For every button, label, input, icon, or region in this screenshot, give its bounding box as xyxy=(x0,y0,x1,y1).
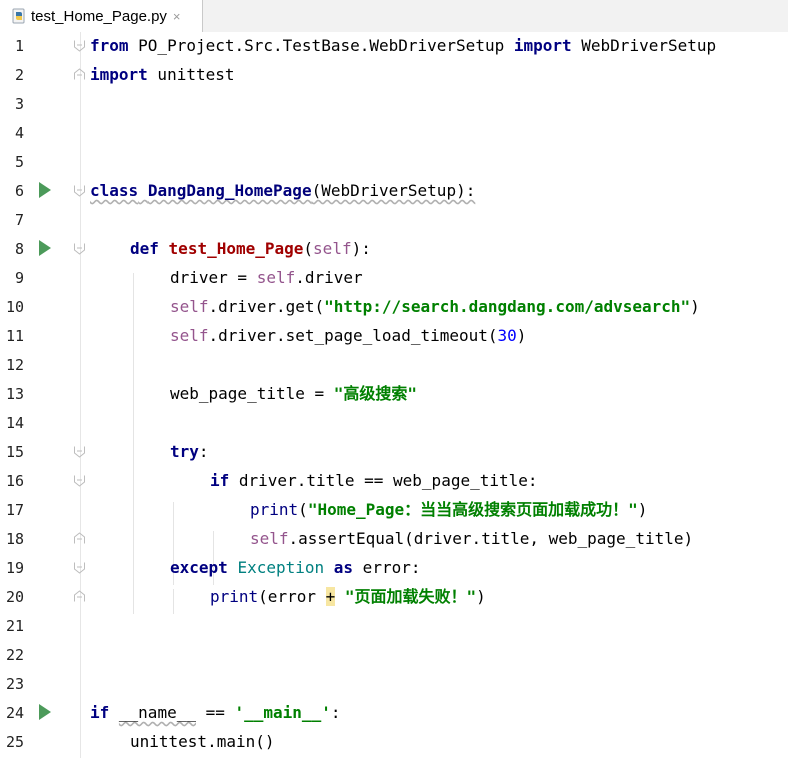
code-line: 22 xyxy=(0,641,788,670)
line-number: 17 xyxy=(5,501,24,519)
line-number: 19 xyxy=(5,559,24,577)
run-icon[interactable] xyxy=(38,182,52,198)
code-text: print("Home_Page：当当高级搜索页面加载成功！") xyxy=(250,500,648,519)
code-line: 15 try: xyxy=(0,438,788,467)
fold-open-icon[interactable] xyxy=(73,39,86,52)
code-line: 21 xyxy=(0,612,788,641)
code-text: unittest.main() xyxy=(130,732,275,751)
code-line: 14 xyxy=(0,409,788,438)
code-line: 4 xyxy=(0,119,788,148)
code-text: from PO_Project.Src.TestBase.WebDriverSe… xyxy=(90,36,717,55)
code-line: 23 xyxy=(0,670,788,699)
code-line: 6 class DangDang_HomePage(WebDriverSetup… xyxy=(0,177,788,206)
line-number: 1 xyxy=(14,37,24,55)
line-number: 25 xyxy=(5,733,24,751)
close-tab-icon[interactable]: × xyxy=(173,9,181,24)
code-line: 20 print(error + "页面加载失败！") xyxy=(0,583,788,612)
run-icon[interactable] xyxy=(38,240,52,256)
fold-end-icon[interactable] xyxy=(73,532,86,545)
code-line: 13 web_page_title = "高级搜索" xyxy=(0,380,788,409)
code-line: 12 xyxy=(0,351,788,380)
code-text: try: xyxy=(170,442,209,461)
fold-end-icon[interactable] xyxy=(73,68,86,81)
fold-open-icon[interactable] xyxy=(73,445,86,458)
line-number: 12 xyxy=(5,356,24,374)
line-number: 10 xyxy=(5,298,24,316)
code-line: 19 except Exception as error: xyxy=(0,554,788,583)
code-line: 5 xyxy=(0,148,788,177)
code-text: if __name__ == '__main__': xyxy=(90,703,341,722)
line-number: 3 xyxy=(14,95,24,113)
fold-open-icon[interactable] xyxy=(73,561,86,574)
code-line: 17 print("Home_Page：当当高级搜索页面加载成功！") xyxy=(0,496,788,525)
line-number: 4 xyxy=(14,124,24,142)
code-line: 11 self.driver.set_page_load_timeout(30) xyxy=(0,322,788,351)
line-number: 9 xyxy=(14,269,24,287)
line-number: 7 xyxy=(14,211,24,229)
line-number: 20 xyxy=(5,588,24,606)
line-number: 21 xyxy=(5,617,24,635)
line-number: 13 xyxy=(5,385,24,403)
code-line: 16 if driver.title == web_page_title: xyxy=(0,467,788,496)
code-text: except Exception as error: xyxy=(170,558,421,577)
line-number: 2 xyxy=(14,66,24,84)
warning-highlight[interactable]: + xyxy=(325,587,336,606)
code-text: print(error + "页面加载失败！") xyxy=(210,587,486,606)
line-number: 8 xyxy=(14,240,24,258)
fold-open-icon[interactable] xyxy=(73,184,86,197)
editor-tab-bar: test_Home_Page.py × xyxy=(0,0,788,33)
code-text: import unittest xyxy=(90,65,235,84)
code-line: 25 unittest.main() xyxy=(0,728,788,757)
code-line: 7 xyxy=(0,206,788,235)
line-number: 24 xyxy=(5,704,24,722)
code-text: self.driver.get("http://search.dangdang.… xyxy=(170,297,700,316)
code-text: self.assertEqual(driver.title, web_page_… xyxy=(250,529,694,548)
code-line: 1 from PO_Project.Src.TestBase.WebDriver… xyxy=(0,32,788,61)
line-number: 18 xyxy=(5,530,24,548)
file-tab[interactable]: test_Home_Page.py × xyxy=(0,0,203,32)
code-line: 8 def test_Home_Page(self): xyxy=(0,235,788,264)
line-number: 16 xyxy=(5,472,24,490)
code-editor[interactable]: 1 from PO_Project.Src.TestBase.WebDriver… xyxy=(0,32,788,758)
code-line: 2 import unittest xyxy=(0,61,788,90)
line-number: 15 xyxy=(5,443,24,461)
line-number: 6 xyxy=(14,182,24,200)
code-text: web_page_title = "高级搜索" xyxy=(170,384,418,403)
code-text: def test_Home_Page(self): xyxy=(130,239,371,258)
code-line: 18 self.assertEqual(driver.title, web_pa… xyxy=(0,525,788,554)
run-icon[interactable] xyxy=(38,704,52,720)
fold-end-icon[interactable] xyxy=(73,590,86,603)
line-number: 23 xyxy=(5,675,24,693)
code-text: self.driver.set_page_load_timeout(30) xyxy=(170,326,527,345)
code-text: if driver.title == web_page_title: xyxy=(210,471,538,490)
line-number: 14 xyxy=(5,414,24,432)
line-number: 5 xyxy=(14,153,24,171)
tab-filename: test_Home_Page.py xyxy=(31,7,167,25)
line-number: 22 xyxy=(5,646,24,664)
line-number: 11 xyxy=(5,327,24,345)
code-text: class DangDang_HomePage(WebDriverSetup): xyxy=(90,181,476,200)
code-line: 10 self.driver.get("http://search.dangda… xyxy=(0,293,788,322)
fold-open-icon[interactable] xyxy=(73,474,86,487)
code-text: driver = self.driver xyxy=(170,268,363,287)
code-line: 3 xyxy=(0,90,788,119)
fold-open-icon[interactable] xyxy=(73,242,86,255)
code-line: 24 if __name__ == '__main__': xyxy=(0,699,788,728)
code-line: 9 driver = self.driver xyxy=(0,264,788,293)
python-file-icon xyxy=(12,8,25,24)
